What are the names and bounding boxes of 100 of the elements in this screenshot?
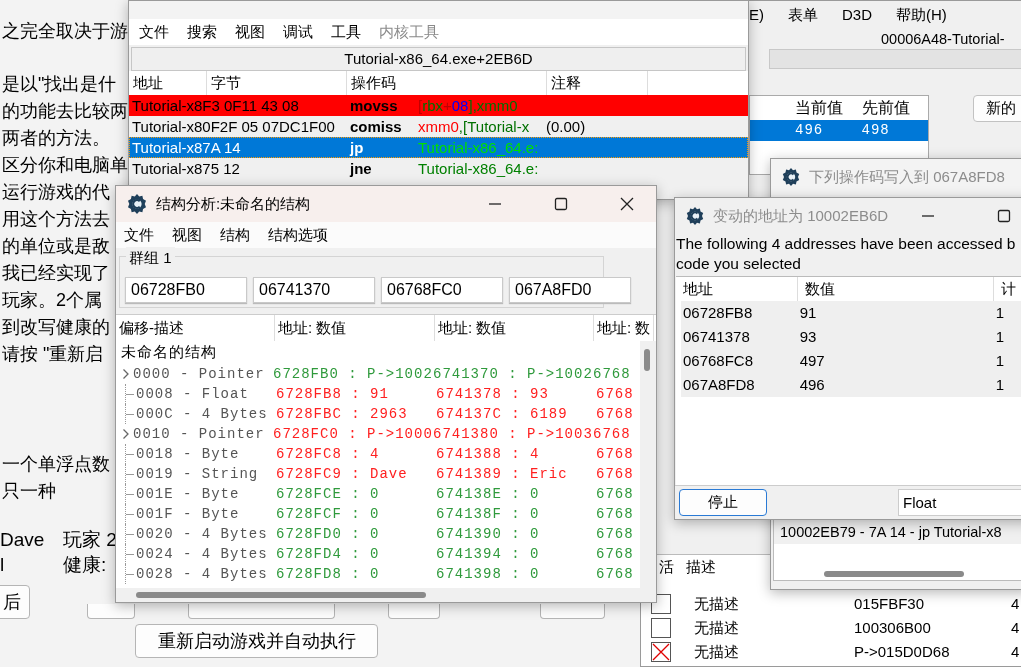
close-icon[interactable] (618, 195, 636, 213)
breakpoint-row[interactable]: Tutorial-x8F3 0F11 43 08 movss [rbx+08],xmm0 (129, 95, 748, 116)
result-row[interactable]: 496 498 (750, 120, 928, 141)
maximize-icon[interactable] (552, 195, 570, 213)
value-cell-text: 6768 (596, 524, 635, 544)
text-line: 区分你和电脑单 (2, 154, 128, 177)
offset-label: 0008 - Float (136, 384, 250, 404)
menu-item[interactable]: 结构 (220, 225, 250, 245)
offset-label: 0018 - Byte (136, 444, 241, 464)
scrollbar-thumb[interactable] (136, 592, 426, 598)
value-cell-text: 6728FB8 : 91 (276, 384, 390, 404)
stop-button[interactable]: 停止 (679, 489, 767, 516)
value-cell-text: 6768 (596, 504, 635, 524)
new-scan-button[interactable]: 新的 (973, 95, 1021, 122)
gear-icon (685, 206, 705, 226)
value-cell-text: 674137C : 6189 (436, 404, 569, 424)
table-cell-text: 497 (798, 351, 826, 371)
menu-item[interactable]: 视图 (172, 225, 202, 245)
value-cell-text: 6728FBC : 2963 (276, 404, 409, 424)
menu-item[interactable]: 视图 (235, 22, 265, 42)
value-cell-text: 6741390 : 0 (436, 524, 541, 544)
health-value: l (0, 553, 6, 577)
scrollbar[interactable] (640, 341, 656, 588)
expand-icon[interactable] (122, 427, 130, 440)
scrollbar-thumb[interactable] (824, 571, 964, 577)
value-cell-text: 6768 (593, 364, 632, 384)
value-cell-text: 6728FC0 : P->1000 (273, 424, 433, 444)
menu-item[interactable]: 结构选项 (268, 225, 328, 245)
table-cell-text: 496 (798, 375, 826, 395)
gear-icon (126, 193, 148, 215)
expand-icon[interactable] (122, 367, 130, 380)
text-line: 请按 "重新启 (2, 343, 104, 366)
menu-item[interactable]: 文件 (139, 22, 169, 42)
scrollbar[interactable] (116, 588, 656, 602)
value-cell-text: 674138E : 0 (436, 484, 541, 504)
text-line: 两者的方法。 (2, 127, 110, 150)
value-cell-text: 6768 (596, 484, 635, 504)
value-cell-text: 6728FD8 : 0 (276, 564, 381, 584)
offset-label: 0028 - 4 Bytes (136, 564, 269, 584)
column-header: 当前值 (795, 98, 844, 118)
address-cell-text: 015FBF30 (854, 593, 926, 614)
gear-icon (781, 167, 801, 187)
value-cell-text: 6741389 : Eric (436, 464, 569, 484)
value-cell-text: 6768 (596, 404, 635, 424)
operand-text: rbx (422, 97, 443, 114)
checkbox[interactable] (651, 642, 671, 662)
table-cell-text: 1 (994, 327, 1006, 347)
game-button[interactable]: 后 (0, 585, 30, 619)
restart-button[interactable]: 重新启动游戏并自动执行 (135, 624, 378, 658)
menu-item[interactable]: 文件 (124, 225, 154, 245)
text-line: 之完全取决于游 (2, 20, 128, 43)
checkbox[interactable] (651, 618, 671, 638)
text-line: 玩家。2个属 (2, 289, 102, 312)
table-cell-text: 1 (994, 303, 1006, 323)
value-cell-text: 6728FD0 : 0 (276, 524, 381, 544)
table-cell-text: 06768FC8 (682, 351, 755, 371)
text-line: 的功能去比较两 (2, 100, 128, 123)
description-cell-text: 无描述 (694, 617, 740, 638)
type-dropdown[interactable]: Float (898, 489, 1021, 516)
address-field[interactable]: 06728FB0 (125, 277, 247, 303)
window-title: 结构分析:未命名的结构 (156, 193, 311, 214)
value-cell-text: 6768 (596, 464, 635, 484)
address-cell-text: P->015D0D68 (854, 641, 951, 662)
code-row[interactable]: Tutorial-x80F2F 05 07DC1F00 comiss xmm0,[Tutorial-x (0.00) (129, 116, 748, 137)
value-cell-text: 674138F : 0 (436, 504, 541, 524)
menu-item[interactable]: E) (749, 5, 764, 25)
code-row[interactable]: Tutorial-x875 12 jne Tutorial-x86_64.e: (129, 158, 748, 179)
value-cell-text: 6741380 : P->1003 (433, 424, 593, 444)
menu-item[interactable]: 调试 (283, 22, 313, 42)
table-cell-text: 06728FB8 (682, 303, 754, 323)
column-header: 先前值 (861, 98, 911, 118)
column-header: 活 (659, 557, 674, 577)
column-header: 地址: 数值 (275, 315, 435, 341)
value-cell-text: 6728FD4 : 0 (276, 544, 381, 564)
menu-item[interactable]: 工具 (331, 22, 361, 42)
window-title: 下列操作码写入到 067A8FD8 (809, 166, 1005, 187)
value-cell-text: 6728FC8 : 4 (276, 444, 381, 464)
operand-text: + (443, 97, 452, 114)
offset-label: 001F - Byte (136, 504, 241, 524)
operand-text: [ (418, 97, 423, 114)
value-cell-text: 6768 (593, 424, 632, 444)
menu-item[interactable]: 搜索 (187, 22, 217, 42)
text-line: 的单位或是敌 (2, 235, 110, 258)
address-field[interactable]: 06768FC0 (381, 277, 503, 303)
maximize-icon[interactable] (995, 207, 1013, 225)
value-cell-text: 6768 (596, 544, 635, 564)
address-field[interactable]: 06741370 (253, 277, 375, 303)
address-field[interactable]: 067A8FD0 (509, 277, 631, 303)
player-label: 玩家 2 (63, 528, 117, 552)
table-cell-text: 06741378 (682, 327, 751, 347)
menu-item[interactable]: D3D (842, 5, 872, 25)
type-cell-text: 4 (1011, 593, 1020, 614)
menu-item[interactable]: 表单 (788, 5, 818, 25)
operand-text: xmm0 (418, 118, 459, 135)
menu-item[interactable]: 帮助(H) (896, 5, 947, 25)
offset-label: 0019 - String (136, 464, 260, 484)
offset-label: 0000 - Pointer (133, 364, 266, 384)
scrollbar-thumb[interactable] (644, 349, 650, 371)
selected-row[interactable]: Tutorial-x87A 14 jp Tutorial-x86_64.e: (129, 137, 748, 158)
text-line: 一个单浮点数 (2, 453, 110, 476)
